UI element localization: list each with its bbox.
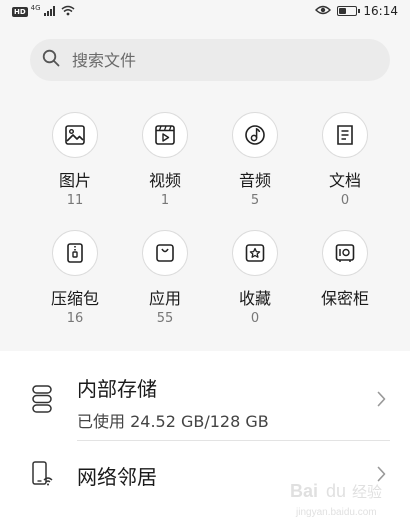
category-count: 1 — [160, 193, 170, 208]
category-label: 保密柜 — [320, 289, 369, 308]
video-icon — [142, 112, 188, 158]
safe-icon — [322, 230, 368, 276]
svg-text:jingyan.baidu.com: jingyan.baidu.com — [295, 507, 377, 518]
category-audio[interactable]: 音频 5 — [210, 112, 300, 209]
svg-text:经验: 经验 — [352, 483, 382, 501]
storage-icon — [32, 385, 52, 417]
category-label: 视频 — [148, 171, 181, 190]
network-type: 4G — [30, 4, 41, 12]
category-label: 收藏 — [238, 289, 271, 308]
signal-icon — [43, 5, 58, 19]
status-bar: HD 4G 16:14 — [0, 0, 410, 26]
category-label: 文档 — [328, 171, 361, 190]
category-safe[interactable]: 保密柜 — [300, 230, 390, 309]
network-device-icon — [32, 461, 54, 491]
wifi-icon — [61, 5, 75, 19]
search-bar[interactable] — [30, 39, 390, 81]
clock: 16:14 — [363, 4, 398, 18]
search-icon — [42, 49, 60, 71]
favorite-star-icon — [232, 230, 278, 276]
category-label: 音频 — [238, 171, 271, 190]
category-label: 压缩包 — [50, 289, 99, 308]
document-icon — [322, 112, 368, 158]
category-favorites[interactable]: 收藏 0 — [210, 230, 300, 327]
category-images[interactable]: 图片 11 — [30, 112, 120, 209]
watermark: Bai du 经验 jingyan.baidu.com — [288, 473, 400, 523]
category-archives[interactable]: 压缩包 16 — [30, 230, 120, 327]
battery-icon — [337, 6, 361, 16]
category-label: 图片 — [58, 171, 91, 190]
chevron-right-icon — [377, 391, 386, 411]
svg-text:Bai: Bai — [290, 481, 318, 501]
storage-card: 内部存储 已使用 24.52 GB/128 GB 网络邻居 Bai du 经验 … — [0, 351, 410, 531]
category-count: 11 — [66, 193, 84, 208]
category-count: 0 — [340, 193, 350, 208]
search-input[interactable] — [70, 49, 354, 71]
app-bag-icon — [142, 230, 188, 276]
status-right: 16:14 — [315, 4, 398, 18]
status-left: HD 4G — [12, 4, 75, 19]
category-documents[interactable]: 文档 0 — [300, 112, 390, 209]
hd-badge: HD — [12, 7, 28, 17]
category-count: 0 — [250, 311, 260, 326]
internal-storage-row[interactable]: 内部存储 已使用 24.52 GB/128 GB — [0, 351, 410, 441]
svg-text:du: du — [326, 481, 346, 501]
category-count: 16 — [66, 311, 84, 326]
category-apps[interactable]: 应用 55 — [120, 230, 210, 327]
archive-icon — [52, 230, 98, 276]
category-label: 应用 — [148, 289, 181, 308]
image-icon — [52, 112, 98, 158]
category-count: 5 — [250, 193, 260, 208]
storage-title: 内部存储 — [77, 377, 157, 401]
category-count: 55 — [156, 311, 174, 326]
storage-usage: 已使用 24.52 GB/128 GB — [77, 412, 269, 431]
eye-comfort-icon — [315, 4, 332, 18]
audio-icon — [232, 112, 278, 158]
network-neighbor-title: 网络邻居 — [77, 465, 157, 489]
category-videos[interactable]: 视频 1 — [120, 112, 210, 209]
